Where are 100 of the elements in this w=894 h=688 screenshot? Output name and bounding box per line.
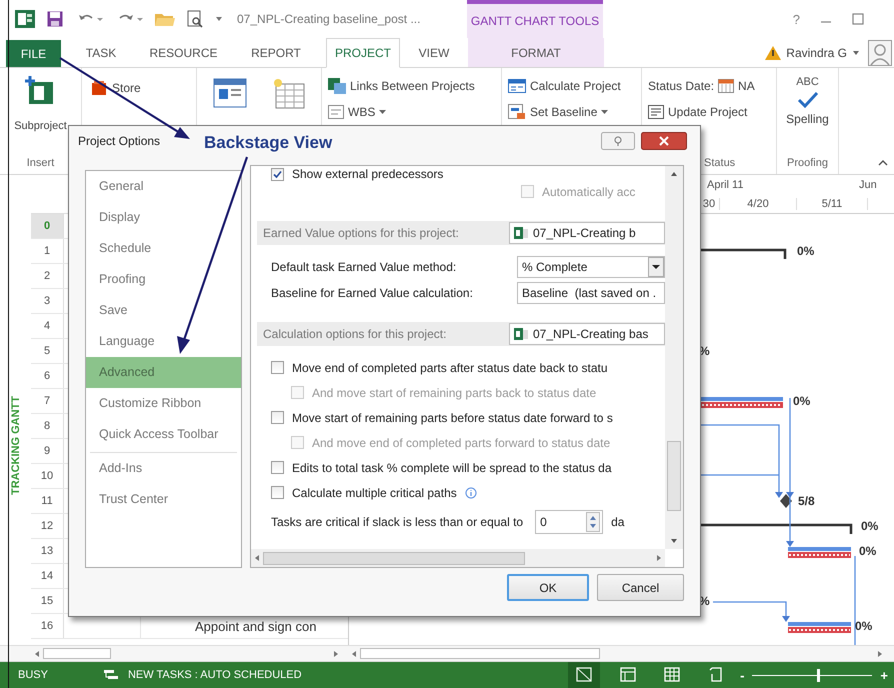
dialog-button[interactable]: OK xyxy=(507,574,589,601)
row-number[interactable]: 6 xyxy=(31,364,64,388)
category-item[interactable]: Proofing xyxy=(86,264,241,295)
calculate-project-button[interactable]: Calculate Project xyxy=(530,79,621,93)
checkbox[interactable] xyxy=(271,411,284,424)
dialog-button[interactable]: Cancel xyxy=(597,574,684,601)
group-label: Status xyxy=(703,156,736,171)
spin-arrows-icon[interactable] xyxy=(586,512,600,532)
dropdown-field[interactable]: Baseline (last saved on . xyxy=(517,282,665,304)
ribbon-tab[interactable]: TASK xyxy=(61,38,141,67)
category-item[interactable]: Quick Access Toolbar xyxy=(86,419,241,450)
checkbox[interactable] xyxy=(271,486,284,499)
spelling-button[interactable]: Spelling xyxy=(786,112,829,126)
row-number[interactable]: 9 xyxy=(31,439,64,463)
checkbox[interactable] xyxy=(271,461,284,474)
subproject-button[interactable]: Subproject xyxy=(14,120,67,132)
view-toggle-icon[interactable] xyxy=(568,662,600,688)
option-label: And move end of completed parts forward to status date xyxy=(312,436,610,450)
ribbon-tab[interactable]: FORMAT xyxy=(468,38,604,67)
zoom-out-button[interactable]: - xyxy=(740,668,744,682)
print-preview-icon[interactable] xyxy=(187,10,203,28)
view-label: TRACKING GANTT xyxy=(10,396,22,494)
close-icon[interactable] xyxy=(641,132,687,150)
category-item[interactable]: General xyxy=(86,171,241,202)
row-number[interactable]: 4 xyxy=(31,314,64,338)
status-mode: BUSY xyxy=(18,669,48,681)
row-number[interactable]: 16 xyxy=(31,614,64,638)
section-title: Calculation options for this project: xyxy=(263,327,446,341)
caret-icon[interactable] xyxy=(852,50,860,56)
ribbon-tab[interactable]: VIEW xyxy=(400,38,468,67)
task-bar xyxy=(788,547,851,558)
zoom-slider-thumb[interactable] xyxy=(817,668,820,682)
ribbon-tab[interactable]: FILE xyxy=(6,40,61,67)
spin-field[interactable]: 0 xyxy=(535,510,604,534)
row-number[interactable]: 5 xyxy=(31,339,64,363)
field-label: Tasks are critical if slack is less than or equal to xyxy=(271,515,524,529)
unit-label: da xyxy=(611,515,624,529)
bar-label: 0% xyxy=(861,519,878,533)
help-button[interactable]: ? xyxy=(792,12,800,26)
new-tasks-mode[interactable]: NEW TASKS : AUTO SCHEDULED xyxy=(128,669,302,681)
scrollbar-thumb[interactable] xyxy=(43,648,111,659)
help-icon[interactable] xyxy=(601,132,635,150)
row-number[interactable]: 8 xyxy=(31,414,64,438)
project-dropdown[interactable]: 07_NPL-Creating b xyxy=(509,222,665,244)
wbs-icon xyxy=(328,105,344,119)
row-number[interactable]: 15 xyxy=(31,589,64,613)
category-item[interactable]: Save xyxy=(86,295,241,326)
user-name[interactable]: Ravindra G xyxy=(786,46,847,60)
row-number[interactable]: 3 xyxy=(31,289,64,313)
status-date-value[interactable]: NA xyxy=(738,79,755,93)
category-item[interactable]: Add-Ins xyxy=(86,453,241,484)
dropdown-field[interactable]: % Complete xyxy=(517,256,665,278)
scrollbar-thumb[interactable] xyxy=(263,552,525,564)
links-between-projects-button[interactable]: Links Between Projects xyxy=(350,79,475,93)
context-tab-group-title: GANTT CHART TOOLS xyxy=(467,0,603,38)
vertical-scrollbar[interactable] xyxy=(665,166,683,549)
task-name-cell: Appoint and sign con xyxy=(195,618,316,634)
set-baseline-button[interactable]: Set Baseline xyxy=(530,105,598,119)
row-number[interactable]: 12 xyxy=(31,514,64,538)
row-number[interactable]: 14 xyxy=(31,564,64,588)
collapse-ribbon-icon[interactable] xyxy=(878,159,888,166)
horizontal-scrollbar[interactable] xyxy=(251,549,665,567)
category-item[interactable]: Language xyxy=(86,326,241,357)
category-item[interactable]: Trust Center xyxy=(86,484,241,515)
maximize-icon[interactable] xyxy=(852,13,864,25)
wbs-button[interactable]: WBS xyxy=(348,105,376,119)
option-label: Move start of remaining parts before status date forward to s xyxy=(292,410,613,424)
checkbox[interactable] xyxy=(271,361,284,374)
row-number[interactable]: 13 xyxy=(31,539,64,563)
category-item[interactable]: Display xyxy=(86,202,241,233)
customize-toolbar-icon[interactable] xyxy=(215,15,223,23)
ribbon-tab[interactable]: REPORT xyxy=(226,38,326,67)
task-bar xyxy=(788,622,851,633)
info-icon[interactable] xyxy=(464,486,477,498)
ribbon-tab[interactable]: PROJECT xyxy=(326,38,400,68)
zoom-in-button[interactable]: + xyxy=(880,668,888,682)
category-item[interactable]: Customize Ribbon xyxy=(86,388,241,419)
section-title: Earned Value options for this project: xyxy=(263,226,459,240)
save-icon[interactable] xyxy=(47,11,63,27)
row-number[interactable]: 10 xyxy=(31,464,64,488)
timescale-label: 5/11 xyxy=(797,198,868,210)
avatar-icon[interactable] xyxy=(868,40,892,66)
update-project-button[interactable]: Update Project xyxy=(668,105,748,119)
option-label: And move start of remaining parts back to status date xyxy=(312,386,596,400)
row-number[interactable]: 11 xyxy=(31,489,64,513)
bar-label: 5/8 xyxy=(798,494,815,508)
scrollbar-thumb[interactable] xyxy=(360,648,600,659)
scrollbar-thumb[interactable] xyxy=(667,441,681,511)
row-number[interactable]: 7 xyxy=(31,389,64,413)
timescale-label: April 11 xyxy=(707,178,744,190)
status-date-label: Status Date: xyxy=(648,79,714,93)
checkbox[interactable] xyxy=(271,168,284,180)
store-button[interactable]: Store xyxy=(112,81,141,95)
row-number[interactable]: 2 xyxy=(31,264,64,288)
row-number[interactable]: 1 xyxy=(31,239,64,263)
project-dropdown[interactable]: 07_NPL-Creating bas xyxy=(509,323,665,345)
ribbon-tab[interactable]: RESOURCE xyxy=(141,38,226,67)
category-item[interactable]: Schedule xyxy=(86,233,241,264)
caret-icon xyxy=(601,110,608,114)
warning-icon[interactable] xyxy=(765,46,782,60)
